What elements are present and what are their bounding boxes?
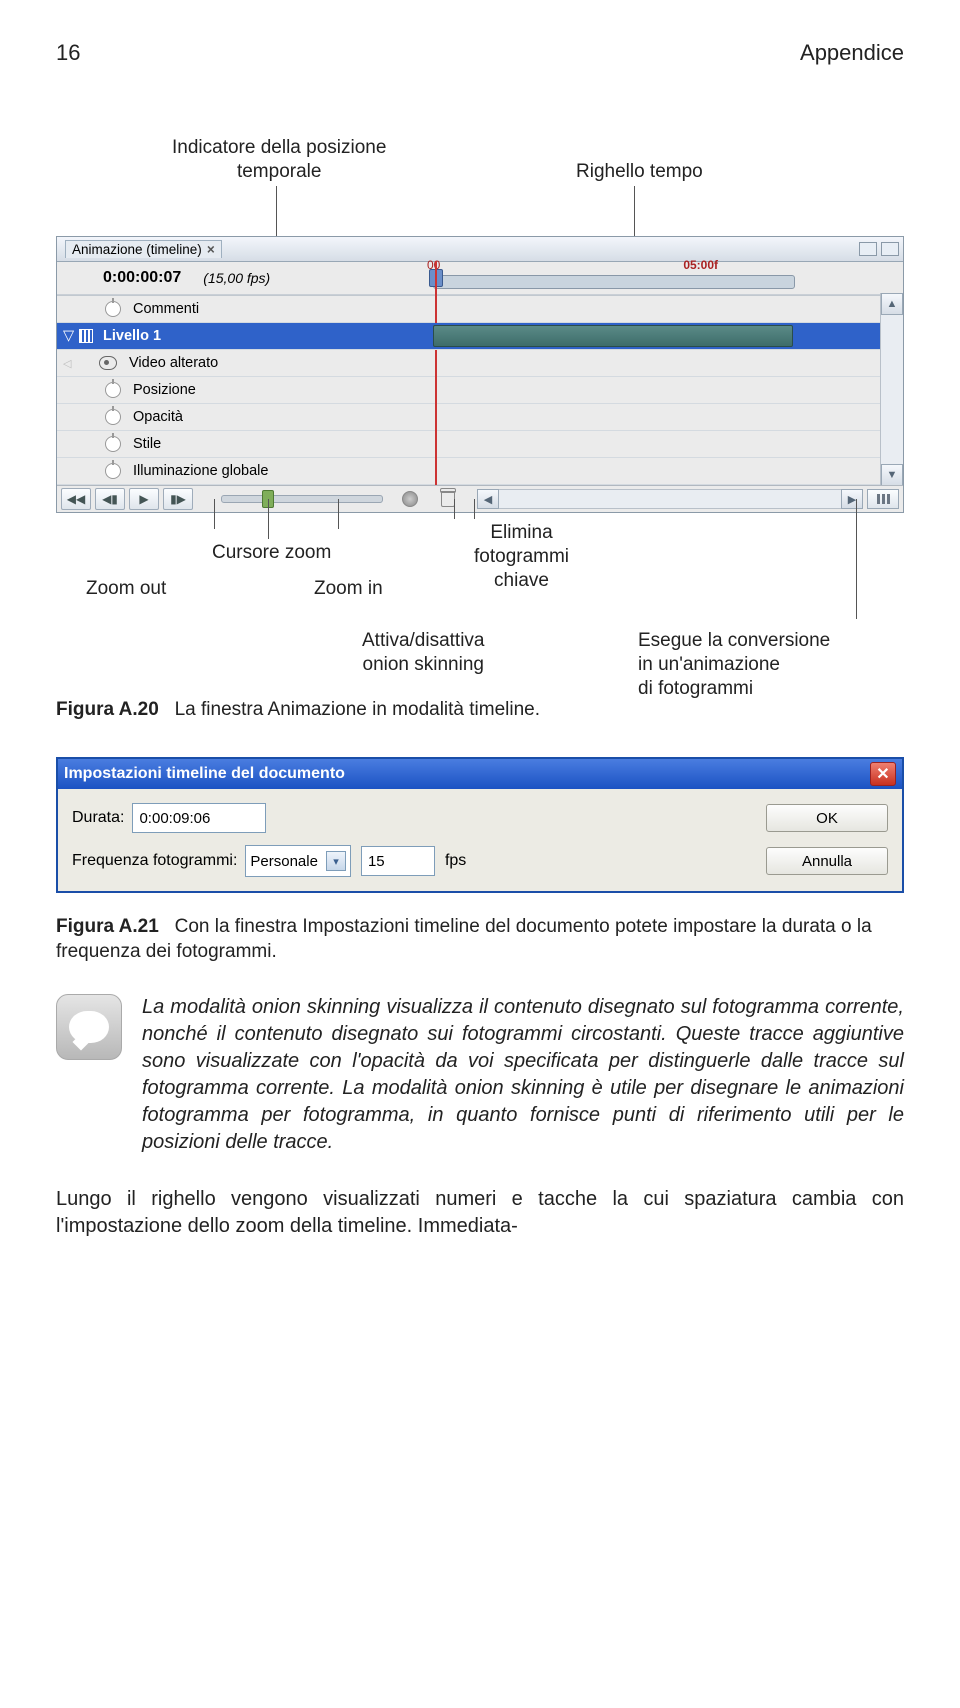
layer-name: Opacità (133, 409, 183, 425)
panel-tab[interactable]: Animazione (timeline) × (65, 240, 222, 258)
figure-caption-21: Figura A.21 Con la finestra Impostazioni… (56, 915, 904, 964)
play-button[interactable]: ▶ (129, 488, 159, 510)
figure-caption-20: Figura A.20 La finestra Animazione in mo… (56, 699, 904, 721)
layer-name: Posizione (133, 382, 196, 398)
page-number: 16 (56, 40, 80, 66)
convert-frames-button[interactable] (867, 489, 899, 509)
stopwatch-icon[interactable] (105, 463, 121, 479)
callout-indicator: Indicatore della posizione temporale (172, 136, 386, 184)
layer-name: Video alterato (129, 355, 218, 371)
menu-icon[interactable] (881, 242, 899, 256)
callout-zoom-in: Zoom in (314, 577, 383, 601)
callout-esegue: Esegue la conversione in un'animazione d… (638, 629, 830, 700)
horizontal-scrollbar[interactable]: ◀ ▶ (477, 490, 863, 508)
scroll-left-icon[interactable]: ◀ (477, 489, 499, 509)
stopwatch-icon[interactable] (105, 436, 121, 452)
next-frame-button[interactable]: ▮▶ (163, 488, 193, 510)
freq-unit: fps (445, 852, 466, 870)
callout-elimina: Elimina fotogrammi chiave (474, 521, 569, 592)
scroll-down-icon[interactable]: ▼ (881, 464, 903, 486)
rewind-button[interactable]: ◀◀ (61, 488, 91, 510)
dialog-title: Impostazioni timeline del documento (64, 765, 345, 783)
freq-value-input[interactable] (361, 846, 435, 876)
speech-bubble-icon (56, 994, 122, 1060)
close-button[interactable]: ✕ (870, 762, 896, 786)
scroll-up-icon[interactable]: ▲ (881, 293, 903, 315)
close-icon[interactable]: × (207, 242, 215, 257)
freq-label: Frequenza fotogrammi: (72, 852, 237, 870)
timeline-settings-dialog: Impostazioni timeline del documento ✕ Du… (56, 757, 904, 893)
minimize-icon[interactable] (859, 242, 877, 256)
eye-icon[interactable] (99, 356, 117, 370)
layer-track[interactable] (433, 325, 793, 347)
callout-attiva: Attiva/disattiva onion skinning (362, 629, 485, 677)
durata-label: Durata: (72, 809, 124, 827)
layer-selected[interactable]: ▽Livello 1 (57, 323, 903, 350)
callout-zoom-out: Zoom out (86, 577, 166, 601)
durata-input[interactable] (132, 803, 266, 833)
stopwatch-icon[interactable] (105, 301, 121, 317)
layer-name: Stile (133, 436, 161, 452)
vertical-scrollbar[interactable]: ▲ ▼ (880, 293, 903, 486)
layer-name: Illuminazione globale (133, 463, 268, 479)
layer-list: Commenti ▽Livello 1 ◁Video alterato▷ Pos… (57, 295, 903, 485)
freq-preset-select[interactable]: Personale ▾ (245, 845, 351, 877)
header-title: Appendice (800, 40, 904, 66)
layer-name: Livello 1 (103, 328, 161, 344)
callout-ruler: Righello tempo (576, 160, 703, 184)
ok-button[interactable]: OK (766, 804, 888, 832)
prev-frame-button[interactable]: ◀▮ (95, 488, 125, 510)
onion-skin-toggle[interactable] (399, 489, 421, 509)
fps-label: (15,00 fps) (203, 270, 270, 286)
animation-timeline-panel: Animazione (timeline) × 0:00:00:07 (15,0… (56, 236, 904, 513)
body-paragraph: Lungo il righello vengono visualizzati n… (56, 1186, 904, 1240)
stopwatch-icon[interactable] (105, 409, 121, 425)
layer-name: Commenti (133, 301, 199, 317)
zoom-slider[interactable] (221, 495, 383, 503)
stopwatch-icon[interactable] (105, 382, 121, 398)
cancel-button[interactable]: Annulla (766, 847, 888, 875)
tab-label: Animazione (timeline) (72, 242, 202, 257)
film-icon (79, 329, 93, 343)
timecode: 0:00:00:07 (103, 269, 181, 287)
note-box: La modalità onion skinning visualizza il… (56, 994, 904, 1156)
trash-icon[interactable] (437, 489, 459, 509)
scroll-right-icon[interactable]: ▶ (841, 489, 863, 509)
callout-cursor-zoom: Cursore zoom (212, 541, 331, 565)
chevron-down-icon[interactable]: ▾ (326, 851, 346, 871)
note-text: La modalità onion skinning visualizza il… (142, 994, 904, 1156)
